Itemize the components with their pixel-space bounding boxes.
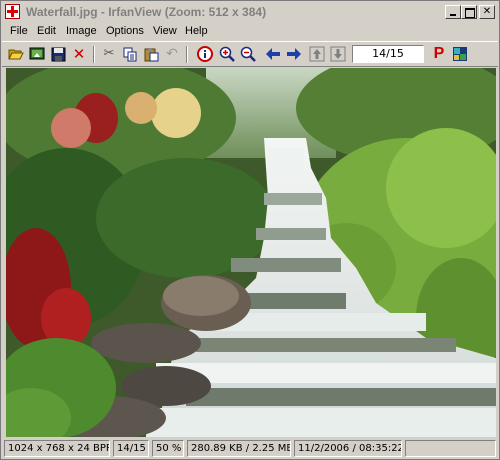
print-button[interactable]: P (430, 45, 448, 63)
info-icon (197, 46, 213, 62)
undo-button[interactable]: ↶ (163, 45, 181, 63)
copy-button[interactable] (121, 45, 139, 63)
minimize-button[interactable] (445, 5, 461, 19)
status-extra (405, 440, 496, 457)
irfanview-window: Waterfall.jpg - IrfanView (Zoom: 512 x 3… (0, 0, 500, 460)
close-button[interactable]: ✕ (479, 5, 495, 19)
save-icon (51, 47, 65, 61)
status-bar: 1024 x 768 x 24 BPP 14/15 50 % 280.89 KB… (2, 439, 498, 459)
menu-bar: File Edit Image Options View Help (2, 23, 498, 41)
info-button[interactable] (196, 45, 214, 63)
next-arrow-icon (287, 48, 301, 60)
slideshow-icon (29, 47, 45, 60)
status-dimensions: 1024 x 768 x 24 BPP (4, 440, 110, 457)
first-image-button[interactable] (308, 45, 326, 63)
paste-button[interactable] (142, 45, 160, 63)
minimize-icon (450, 14, 456, 16)
title-bar[interactable]: Waterfall.jpg - IrfanView (Zoom: 512 x 3… (2, 2, 498, 22)
menu-edit[interactable]: Edit (37, 25, 56, 37)
window-title: Waterfall.jpg - IrfanView (Zoom: 512 x 3… (26, 5, 267, 19)
slideshow-button[interactable] (28, 45, 46, 63)
first-image-icon (309, 46, 325, 62)
thumbnails-button[interactable] (451, 45, 469, 63)
previous-button[interactable] (264, 45, 282, 63)
cut-icon: ✂ (103, 46, 115, 61)
zoom-out-button[interactable] (239, 45, 257, 63)
irfanview-app-icon[interactable] (5, 4, 20, 19)
zoom-out-icon (240, 46, 256, 62)
open-button[interactable] (7, 45, 25, 63)
status-filesize: 280.89 KB / 2.25 MB (187, 440, 291, 457)
print-icon: P (433, 45, 445, 62)
image-view[interactable] (6, 68, 496, 437)
status-zoom: 50 % (152, 440, 184, 457)
zoom-in-icon (219, 46, 235, 62)
save-button[interactable] (49, 45, 67, 63)
status-datetime: 11/2/2006 / 08:35:22 (294, 440, 402, 457)
status-position: 14/15 (113, 440, 149, 457)
next-button[interactable] (285, 45, 303, 63)
open-folder-icon (8, 49, 24, 60)
page-indicator[interactable]: 14/15 (352, 45, 424, 63)
zoom-in-button[interactable] (218, 45, 236, 63)
previous-arrow-icon (266, 48, 280, 60)
menu-help[interactable]: Help (185, 25, 208, 37)
toolbar: ✕ ✂ ↶ 14/15 P (2, 41, 498, 67)
delete-icon: ✕ (72, 45, 86, 63)
menu-view[interactable]: View (153, 25, 177, 37)
menu-image[interactable]: Image (66, 25, 97, 37)
paste-icon (144, 47, 158, 61)
maximize-button[interactable] (461, 5, 477, 19)
toolbar-separator (93, 46, 95, 63)
last-image-icon (330, 46, 346, 62)
menu-file[interactable]: File (10, 25, 28, 37)
menu-options[interactable]: Options (106, 25, 144, 37)
cut-button[interactable]: ✂ (100, 45, 118, 63)
delete-button[interactable]: ✕ (70, 45, 88, 63)
waterfall-image (6, 68, 496, 437)
maximize-icon (465, 8, 475, 18)
copy-icon (123, 47, 136, 61)
last-image-button[interactable] (329, 45, 347, 63)
toolbar-separator (186, 46, 188, 63)
thumbnails-icon (453, 47, 467, 61)
close-icon: ✕ (482, 6, 492, 17)
undo-icon: ↶ (166, 46, 178, 62)
